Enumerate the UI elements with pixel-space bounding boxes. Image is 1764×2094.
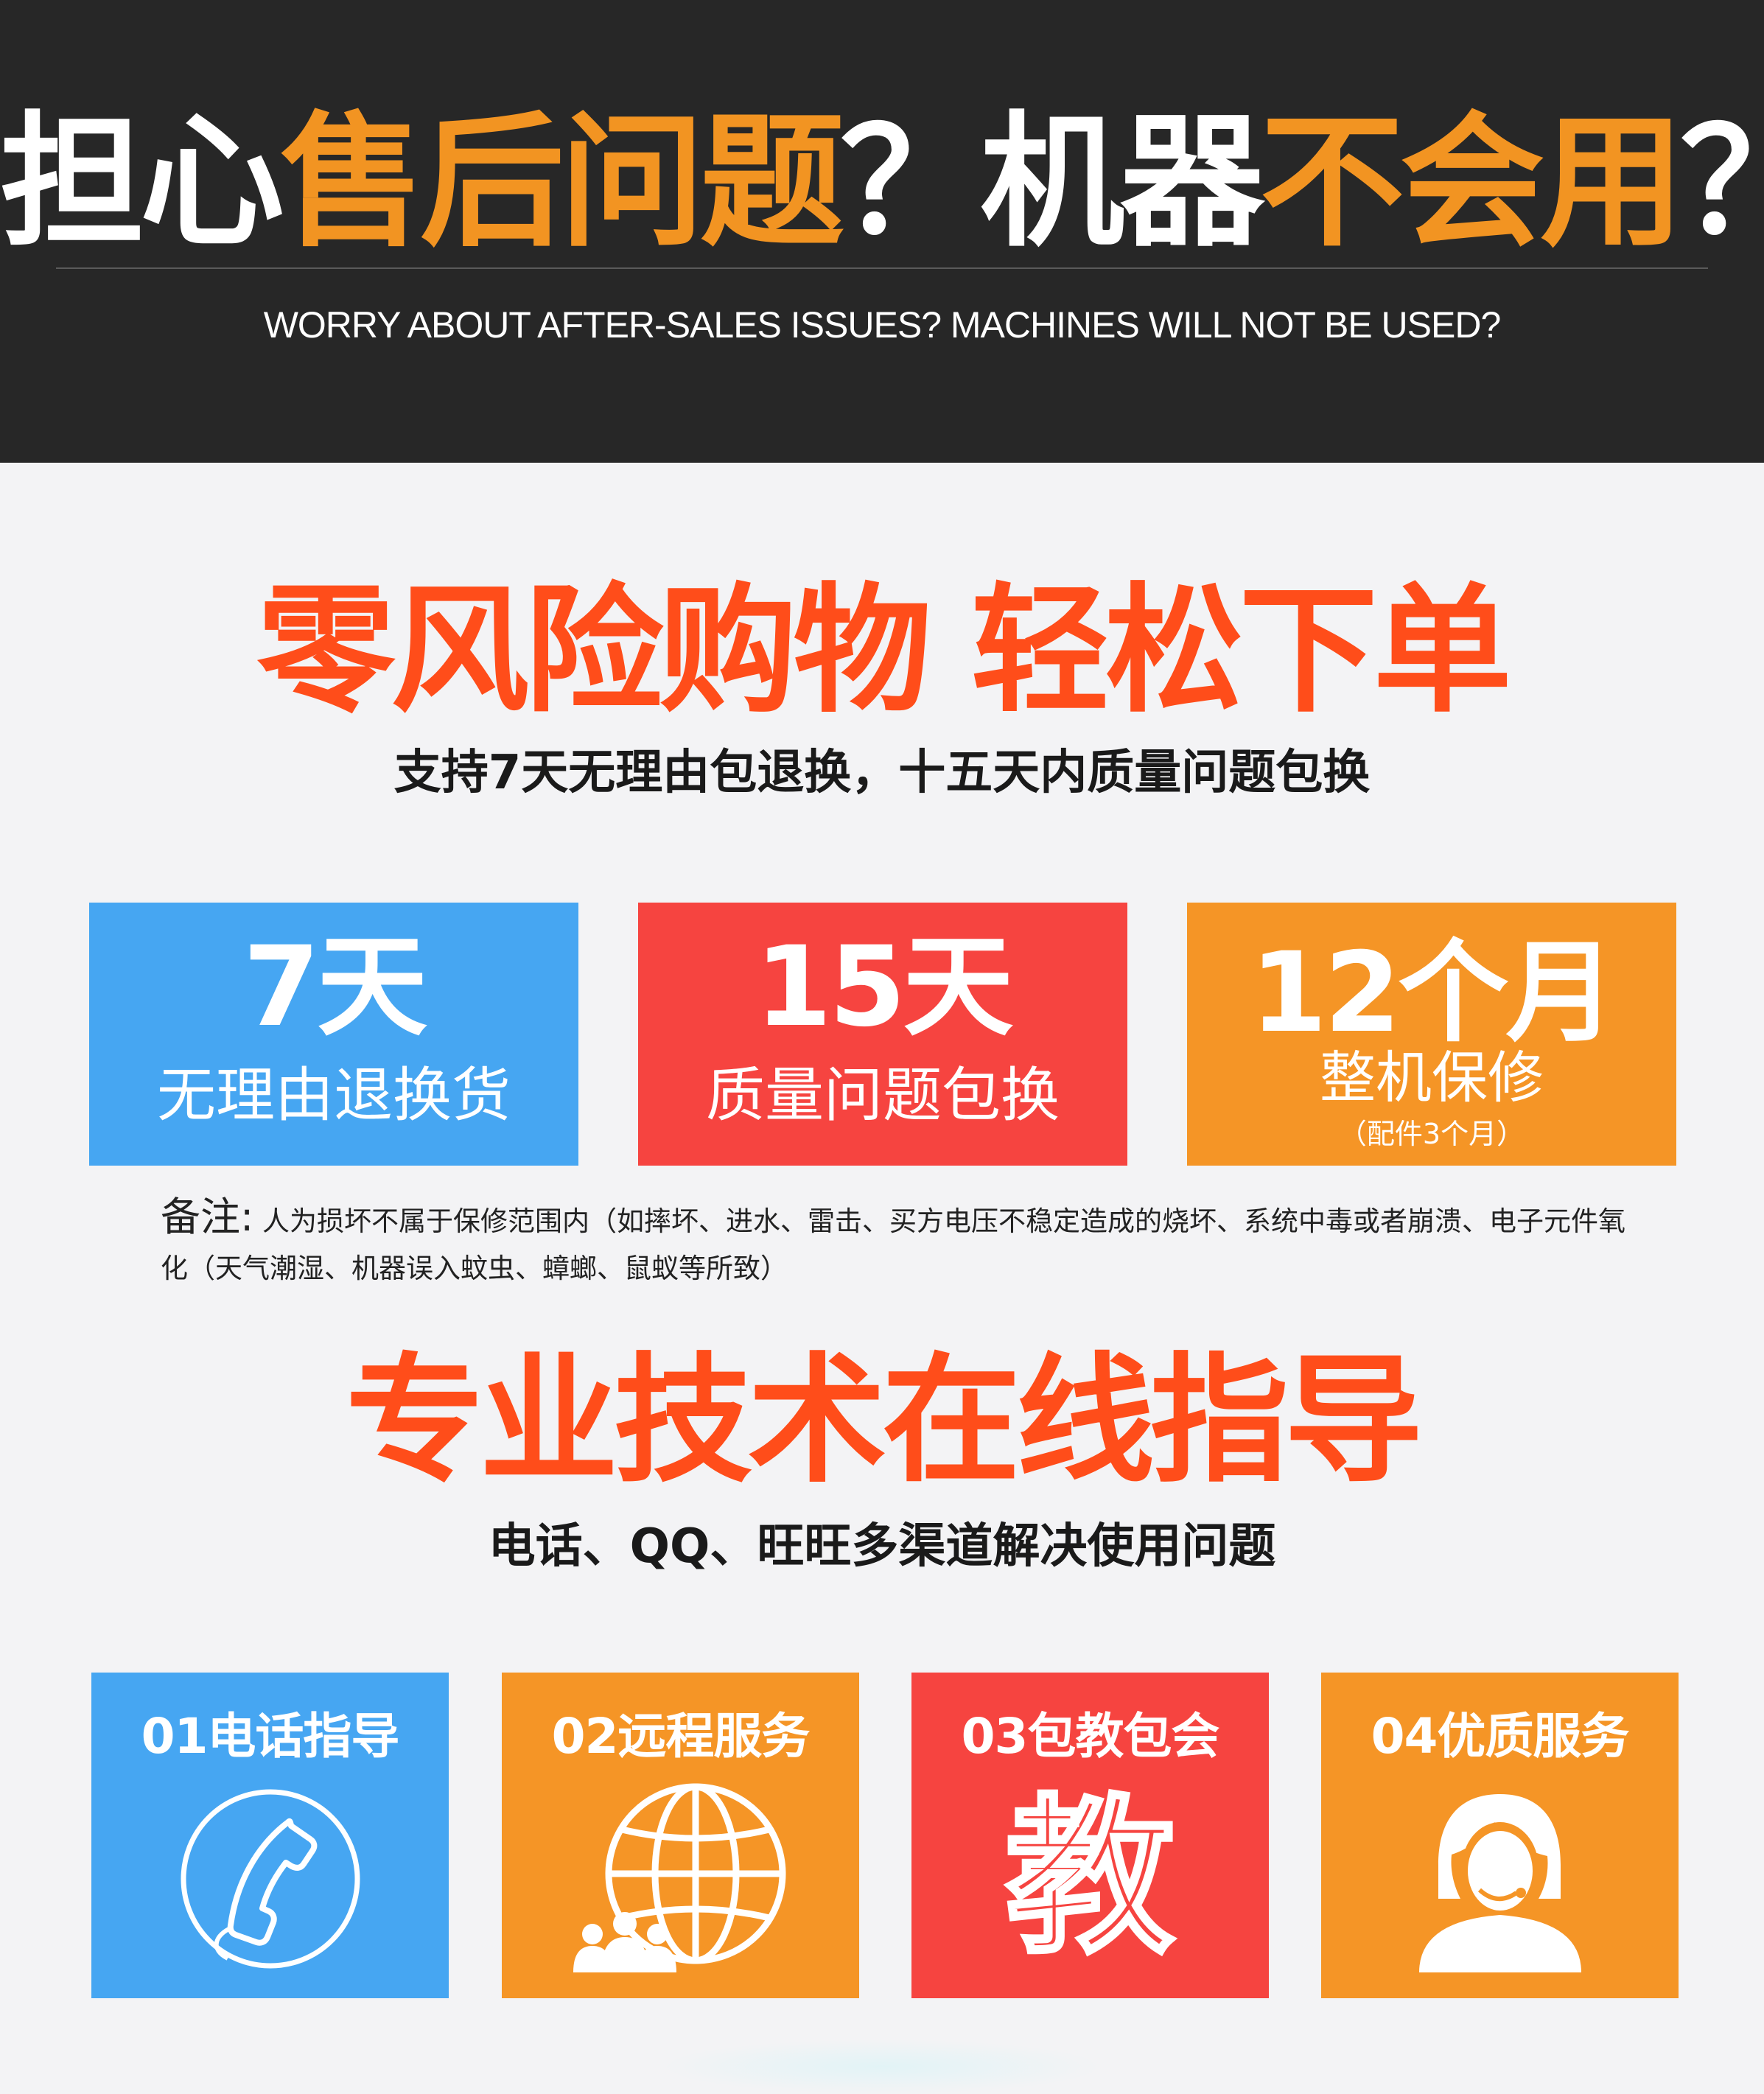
- hero-title: 担心售后问题？机器不会用？: [0, 111, 1764, 255]
- section1-title: 零风险购物 轻松下单: [256, 570, 1511, 732]
- service-card-remote: 02远程服务: [502, 1673, 859, 1998]
- guarantee-days: 7天: [242, 923, 427, 1051]
- service-label: 04优质服务: [1371, 1708, 1630, 1765]
- guarantee-label: 整机保修: [1320, 1045, 1544, 1110]
- guarantee-days: 15天: [755, 923, 1014, 1051]
- guarantee-months: 12个月: [1250, 929, 1617, 1057]
- teach-character-icon: 教: [911, 1779, 1269, 1978]
- hero-title-part2: 售后问题: [280, 99, 844, 267]
- section2-subtitle: 电话、QQ、旺旺多渠道解决使用问题: [488, 1519, 1276, 1574]
- hero-banner: 担心售后问题？机器不会用？ WORRY ABOUT AFTER-SALES IS…: [0, 0, 1764, 463]
- guarantee-note: （配件3个月）: [1338, 1118, 1525, 1150]
- section2-title: 专业技术在线指导: [346, 1340, 1423, 1502]
- hero-title-part1: 担心: [0, 99, 284, 267]
- teach-glyph: 教: [1004, 1780, 1177, 1977]
- hero-title-part5: ？: [1680, 99, 1764, 267]
- warranty-note: 备注: 人为损坏不属于保修范围内（如摔坏、进水、雷击、买方电压不稳定造成的烧坏、…: [161, 1194, 1634, 1292]
- service-card-phone: 01电话指导: [91, 1673, 449, 1998]
- hero-subtitle: WORRY ABOUT AFTER-SALES ISSUES? MACHINES…: [263, 304, 1502, 346]
- guarantee-label: 无理由退换货: [157, 1061, 511, 1130]
- service-card-teach: 03包教包会 教: [911, 1673, 1269, 1998]
- guarantee-card-15day: 15天 质量问题包换: [638, 903, 1127, 1166]
- guarantee-card-7day: 7天 无理由退换货: [89, 903, 578, 1166]
- guarantee-label: 质量问题包换: [706, 1061, 1060, 1130]
- section1-subtitle: 支持7天无理由包退换，十五天内质量问题包换: [393, 746, 1371, 800]
- hero-divider: [56, 267, 1708, 269]
- headset-agent-icon: [1321, 1779, 1679, 1978]
- bottom-glow: [661, 2039, 1103, 2094]
- service-label: 01电话指导: [141, 1708, 400, 1765]
- guarantee-card-12month: 12个月 整机保修 （配件3个月）: [1187, 903, 1676, 1166]
- service-label: 03包教包会: [961, 1708, 1220, 1765]
- phone-icon: [91, 1779, 449, 1978]
- hero-title-part4: 不会用: [1260, 99, 1684, 267]
- globe-people-icon: [502, 1779, 859, 1978]
- service-label: 02远程服务: [551, 1708, 811, 1765]
- note-label: 备注:: [161, 1194, 254, 1240]
- service-card-quality: 04优质服务: [1321, 1673, 1679, 1998]
- hero-title-part3: ？机器: [840, 99, 1264, 267]
- note-text: 人为损坏不属于保修范围内（如摔坏、进水、雷击、买方电压不稳定造成的烧坏、系统中毒…: [161, 1205, 1625, 1284]
